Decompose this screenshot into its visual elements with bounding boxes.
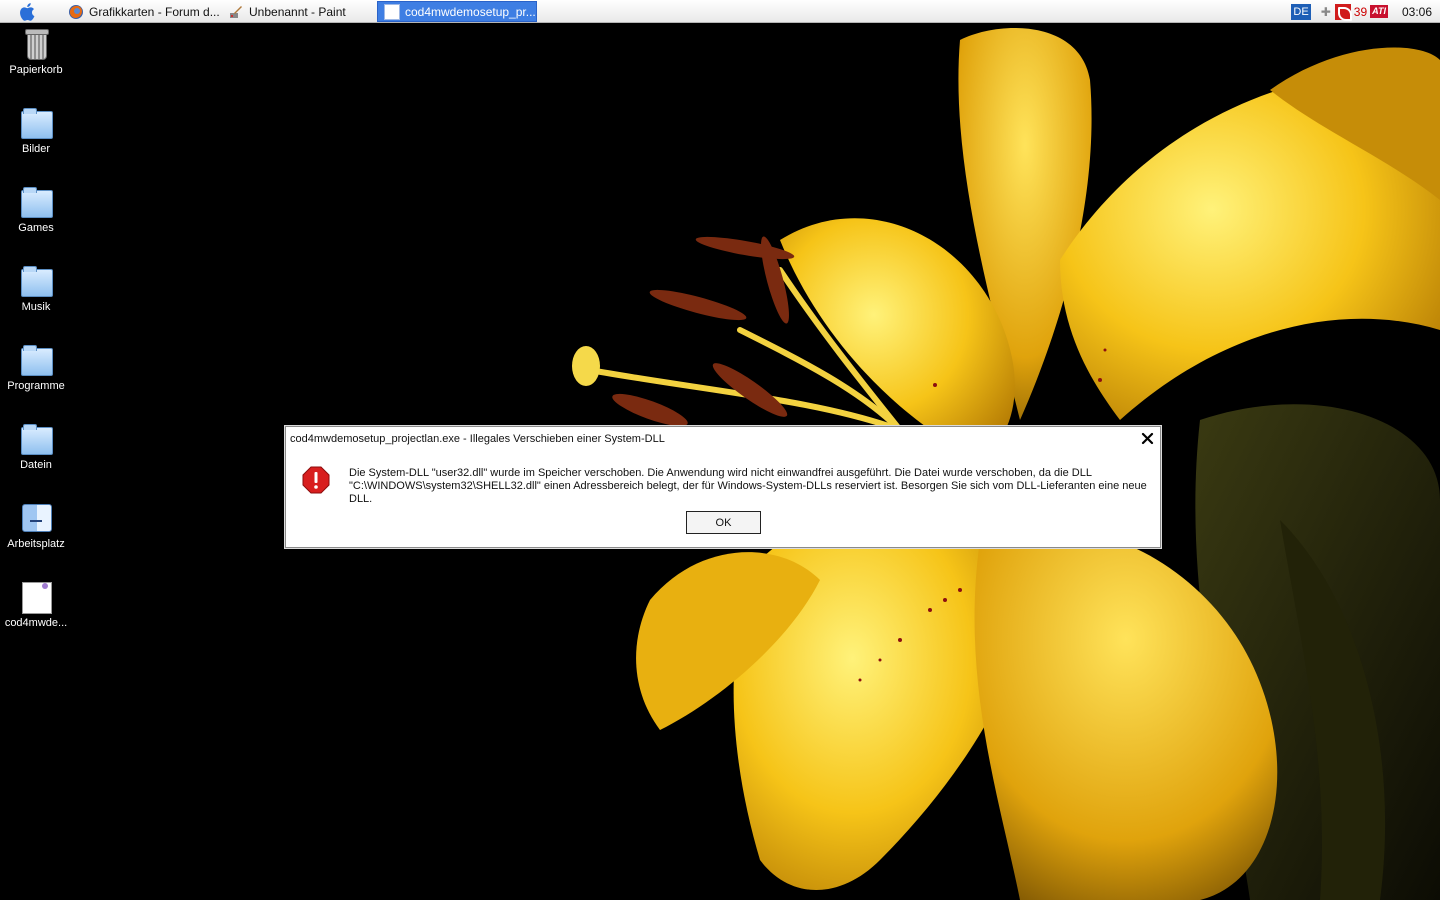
taskbar-item-firefox[interactable]: Grafikkarten - Forum d... (62, 1, 222, 22)
error-icon (302, 466, 330, 494)
tray-expand-icon[interactable]: ✚ (1321, 5, 1331, 19)
folder-icon (19, 422, 53, 456)
desktop-icon-label: Musik (21, 301, 51, 313)
taskbar-item-label: Unbenannt - Paint (249, 4, 346, 19)
desktop-icon-cod4mwde[interactable]: cod4mwde... (0, 580, 72, 629)
apple-start-icon[interactable] (17, 2, 39, 21)
folder-icon (19, 264, 53, 298)
desktop-icon-games[interactable]: Games (0, 185, 72, 234)
folder-icon (19, 343, 53, 377)
window-icon (384, 3, 400, 20)
dialog-message-line: Die System-DLL "user32.dll" wurde im Spe… (349, 467, 1092, 479)
desktop-icon-musik[interactable]: Musik (0, 264, 72, 313)
desktop-icon-datein[interactable]: Datein (0, 422, 72, 471)
desktop-icon-label: Programme (7, 380, 65, 392)
ok-button[interactable]: OK (686, 511, 761, 534)
desktop-icon-programme[interactable]: Programme (0, 343, 72, 392)
desktop-icon-bilder[interactable]: Bilder (0, 106, 72, 155)
ati-icon[interactable]: ATI (1370, 5, 1388, 18)
antivirus-icon[interactable] (1334, 3, 1352, 21)
language-indicator[interactable]: DE (1291, 3, 1311, 20)
taskbar-item-label: cod4mwdemosetup_pr... (405, 4, 536, 19)
desktop-screen: Grafikkarten - Forum d... Unbenannt - Pa… (0, 0, 1440, 900)
close-icon[interactable] (1141, 432, 1154, 445)
clock[interactable]: 03:06 (1402, 5, 1432, 19)
taskbar-item-cod4-setup[interactable]: cod4mwdemosetup_pr... (377, 1, 537, 22)
tray-count: 39 (1353, 4, 1368, 19)
folder-icon (19, 185, 53, 219)
desktop-icon-label: Arbeitsplatz (7, 538, 65, 550)
desktop-icon-arbeitsplatz[interactable]: Arbeitsplatz (0, 501, 72, 550)
desktop-icon-label: cod4mwde... (4, 617, 68, 629)
taskbar: Grafikkarten - Forum d... Unbenannt - Pa… (0, 0, 1440, 23)
desktop-icon-label: Games (18, 222, 54, 234)
dialog-title: cod4mwdemosetup_projectlan.exe - Illegal… (290, 433, 665, 445)
taskbar-item-paint[interactable]: Unbenannt - Paint (222, 1, 376, 22)
paint-icon (230, 5, 242, 18)
error-dialog: cod4mwdemosetup_projectlan.exe - Illegal… (285, 426, 1161, 548)
taskbar-item-label: Grafikkarten - Forum d... (89, 4, 220, 19)
computer-icon (19, 501, 53, 535)
desktop-icon-label: Datein (20, 459, 52, 471)
firefox-icon (69, 4, 83, 19)
desktop-icon-label: Bilder (21, 143, 51, 155)
desktop-icon-label: Papierkorb (9, 64, 63, 76)
folder-icon (19, 106, 53, 140)
desktop-icon-papierkorb[interactable]: Papierkorb (0, 27, 72, 76)
system-tray: DE ✚ 39 ATI 03:06 (1291, 0, 1440, 23)
dialog-message: Die System-DLL "user32.dll" wurde im Spe… (349, 467, 1155, 506)
file-icon (19, 580, 53, 614)
dialog-message-line: "C:\WINDOWS\system32\SHELL32.dll" einen … (349, 480, 1147, 505)
trash-icon (19, 27, 53, 61)
